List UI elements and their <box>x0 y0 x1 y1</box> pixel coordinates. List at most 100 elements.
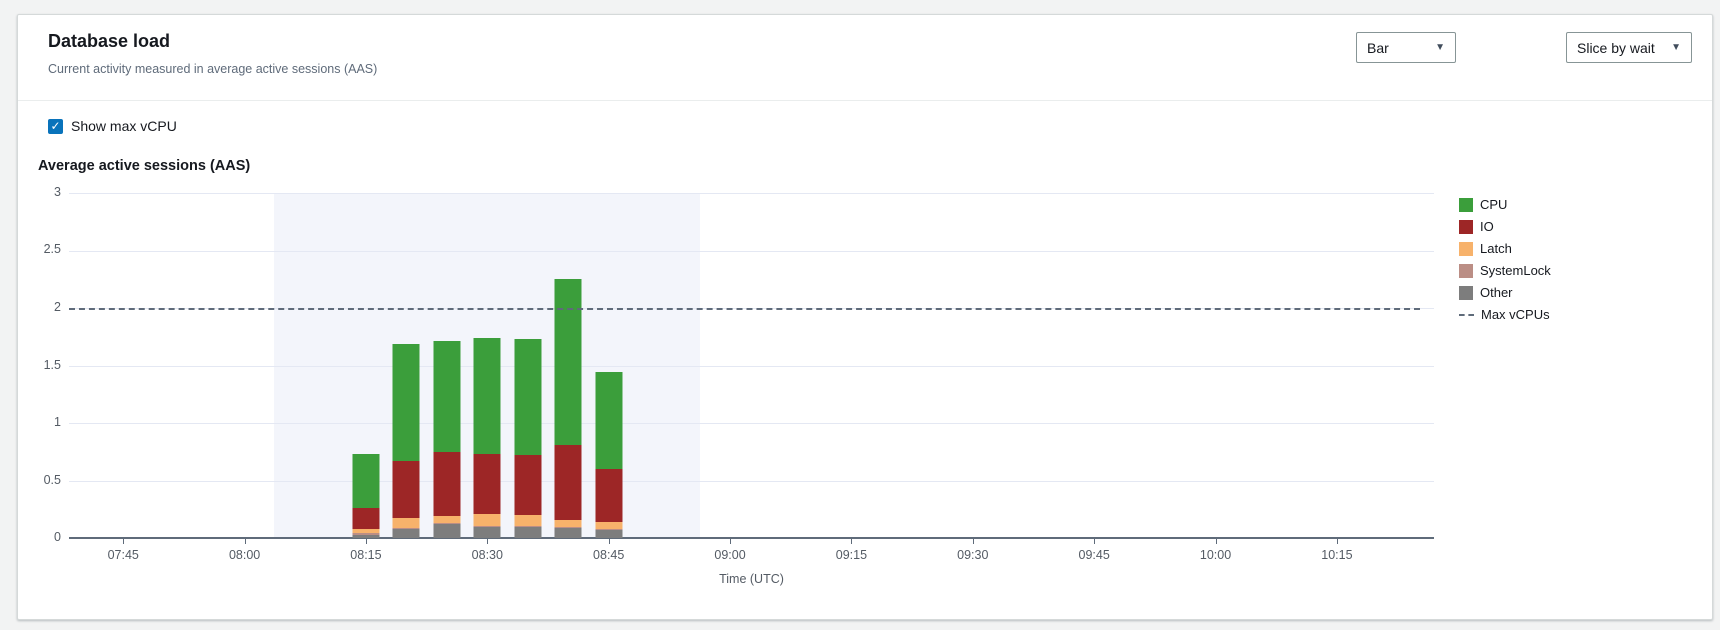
x-axis-tick <box>487 538 488 544</box>
show-max-vcpu-checkbox[interactable]: ✓ <box>48 119 63 134</box>
bar-segment-Latch[interactable] <box>474 514 501 526</box>
bar-segment-IO[interactable] <box>474 454 501 514</box>
x-axis-tick-label: 09:00 <box>714 548 745 562</box>
bar-segment-Other[interactable] <box>433 524 460 538</box>
x-axis-tick-label: 09:15 <box>836 548 867 562</box>
x-axis-tick <box>1094 538 1095 544</box>
bar-segment-IO[interactable] <box>352 508 379 530</box>
load-bar-08:45[interactable] <box>595 372 622 538</box>
bar-segment-CPU[interactable] <box>514 339 541 455</box>
x-axis-tick-label: 08:00 <box>229 548 260 562</box>
slice-by-value: Slice by wait <box>1577 40 1655 56</box>
y-axis-tick-label: 2.5 <box>25 242 61 256</box>
bar-segment-Latch[interactable] <box>555 520 582 527</box>
show-max-vcpu-label: Show max vCPU <box>71 118 177 134</box>
bar-segment-Other[interactable] <box>474 527 501 538</box>
bar-segment-Latch[interactable] <box>514 515 541 526</box>
bar-segment-Other[interactable] <box>514 527 541 538</box>
legend-color-swatch <box>1459 286 1473 300</box>
max-vcpus-line <box>69 308 1420 310</box>
chart-legend: CPU IO Latch SystemLock Other Max vCPUs <box>1459 197 1551 322</box>
x-axis-tick <box>609 538 610 544</box>
legend-label: CPU <box>1480 197 1507 212</box>
legend-item-systemlock: SystemLock <box>1459 263 1551 278</box>
legend-item-latch: Latch <box>1459 241 1551 256</box>
bar-segment-Other[interactable] <box>352 535 379 538</box>
bar-segment-Latch[interactable] <box>433 516 460 523</box>
x-axis-tick <box>366 538 367 544</box>
bar-segment-CPU[interactable] <box>595 372 622 469</box>
x-axis-tick-label: 10:15 <box>1321 548 1352 562</box>
card-header: Database load Current activity measured … <box>18 15 1712 101</box>
legend-item-cpu: CPU <box>1459 197 1551 212</box>
bar-segment-Latch[interactable] <box>595 522 622 530</box>
bar-segment-Other[interactable] <box>393 529 420 538</box>
bar-segment-IO[interactable] <box>433 452 460 517</box>
chevron-down-icon: ▼ <box>1671 42 1681 53</box>
legend-item-io: IO <box>1459 219 1551 234</box>
x-axis-tick <box>245 538 246 544</box>
database-load-card: Database load Current activity measured … <box>17 14 1713 620</box>
x-axis-tick-label: 08:30 <box>472 548 503 562</box>
legend-color-swatch <box>1459 220 1473 234</box>
legend-item-other: Other <box>1459 285 1551 300</box>
y-axis-tick-label: 1.5 <box>25 358 61 372</box>
gridline-y-0.5 <box>69 481 1434 482</box>
gridline-y-1.5 <box>69 366 1434 367</box>
bar-segment-CPU[interactable] <box>474 338 501 454</box>
y-axis-tick-label: 0.5 <box>25 473 61 487</box>
gridline-y-2.5 <box>69 251 1434 252</box>
x-axis-tick-label: 10:00 <box>1200 548 1231 562</box>
bar-segment-CPU[interactable] <box>352 454 379 507</box>
bar-segment-IO[interactable] <box>393 461 420 518</box>
x-axis-tick-label: 08:15 <box>350 548 381 562</box>
bar-segment-IO[interactable] <box>555 445 582 520</box>
y-axis-tick-label: 2 <box>25 300 61 314</box>
legend-label: Max vCPUs <box>1481 307 1550 322</box>
load-bar-08:40[interactable] <box>555 279 582 538</box>
legend-color-swatch <box>1459 264 1473 278</box>
y-axis-tick-label: 1 <box>25 415 61 429</box>
bar-segment-CPU[interactable] <box>433 341 460 451</box>
x-axis-tick-label: 07:45 <box>108 548 139 562</box>
legend-item-max-vcpus: Max vCPUs <box>1459 307 1551 322</box>
bar-segment-Other[interactable] <box>555 528 582 538</box>
bar-segment-IO[interactable] <box>595 469 622 522</box>
chevron-down-icon: ▼ <box>1435 42 1445 53</box>
load-bar-08:30[interactable] <box>474 338 501 538</box>
bar-segment-CPU[interactable] <box>393 344 420 461</box>
legend-label: Latch <box>1480 241 1512 256</box>
load-bar-08:25[interactable] <box>433 341 460 538</box>
page-subtitle: Current activity measured in average act… <box>48 62 377 76</box>
x-axis-tick <box>123 538 124 544</box>
slice-by-dropdown[interactable]: Slice by wait ▼ <box>1566 32 1692 63</box>
load-bar-08:35[interactable] <box>514 339 541 538</box>
load-bar-08:15[interactable] <box>352 454 379 538</box>
y-axis-tick-label: 3 <box>25 185 61 199</box>
x-axis-tick <box>973 538 974 544</box>
x-axis-tick <box>851 538 852 544</box>
x-axis-tick-label: 08:45 <box>593 548 624 562</box>
x-axis-tick <box>1337 538 1338 544</box>
bar-segment-IO[interactable] <box>514 455 541 515</box>
legend-color-swatch <box>1459 242 1473 256</box>
x-axis-title: Time (UTC) <box>719 572 784 586</box>
load-bar-08:20[interactable] <box>393 344 420 538</box>
chart-type-dropdown[interactable]: Bar ▼ <box>1356 32 1456 63</box>
bar-segment-Latch[interactable] <box>393 518 420 528</box>
x-axis-tick <box>1216 538 1217 544</box>
chart-type-value: Bar <box>1367 40 1389 56</box>
bar-segment-Other[interactable] <box>595 530 622 538</box>
aas-chart-plot-area: Time (UTC) 00.511.522.5307:4508:0008:150… <box>69 193 1434 538</box>
page-title: Database load <box>48 31 170 52</box>
legend-color-swatch <box>1459 198 1473 212</box>
chart-title: Average active sessions (AAS) <box>38 158 250 174</box>
bar-segment-CPU[interactable] <box>555 279 582 445</box>
gridline-y-3 <box>69 193 1434 194</box>
gridline-y-1 <box>69 423 1434 424</box>
show-max-vcpu-row: ✓ Show max vCPU <box>48 118 177 134</box>
legend-label: Other <box>1480 285 1513 300</box>
x-axis-line <box>69 537 1434 539</box>
dashed-line-icon <box>1459 314 1474 316</box>
legend-label: SystemLock <box>1480 263 1551 278</box>
